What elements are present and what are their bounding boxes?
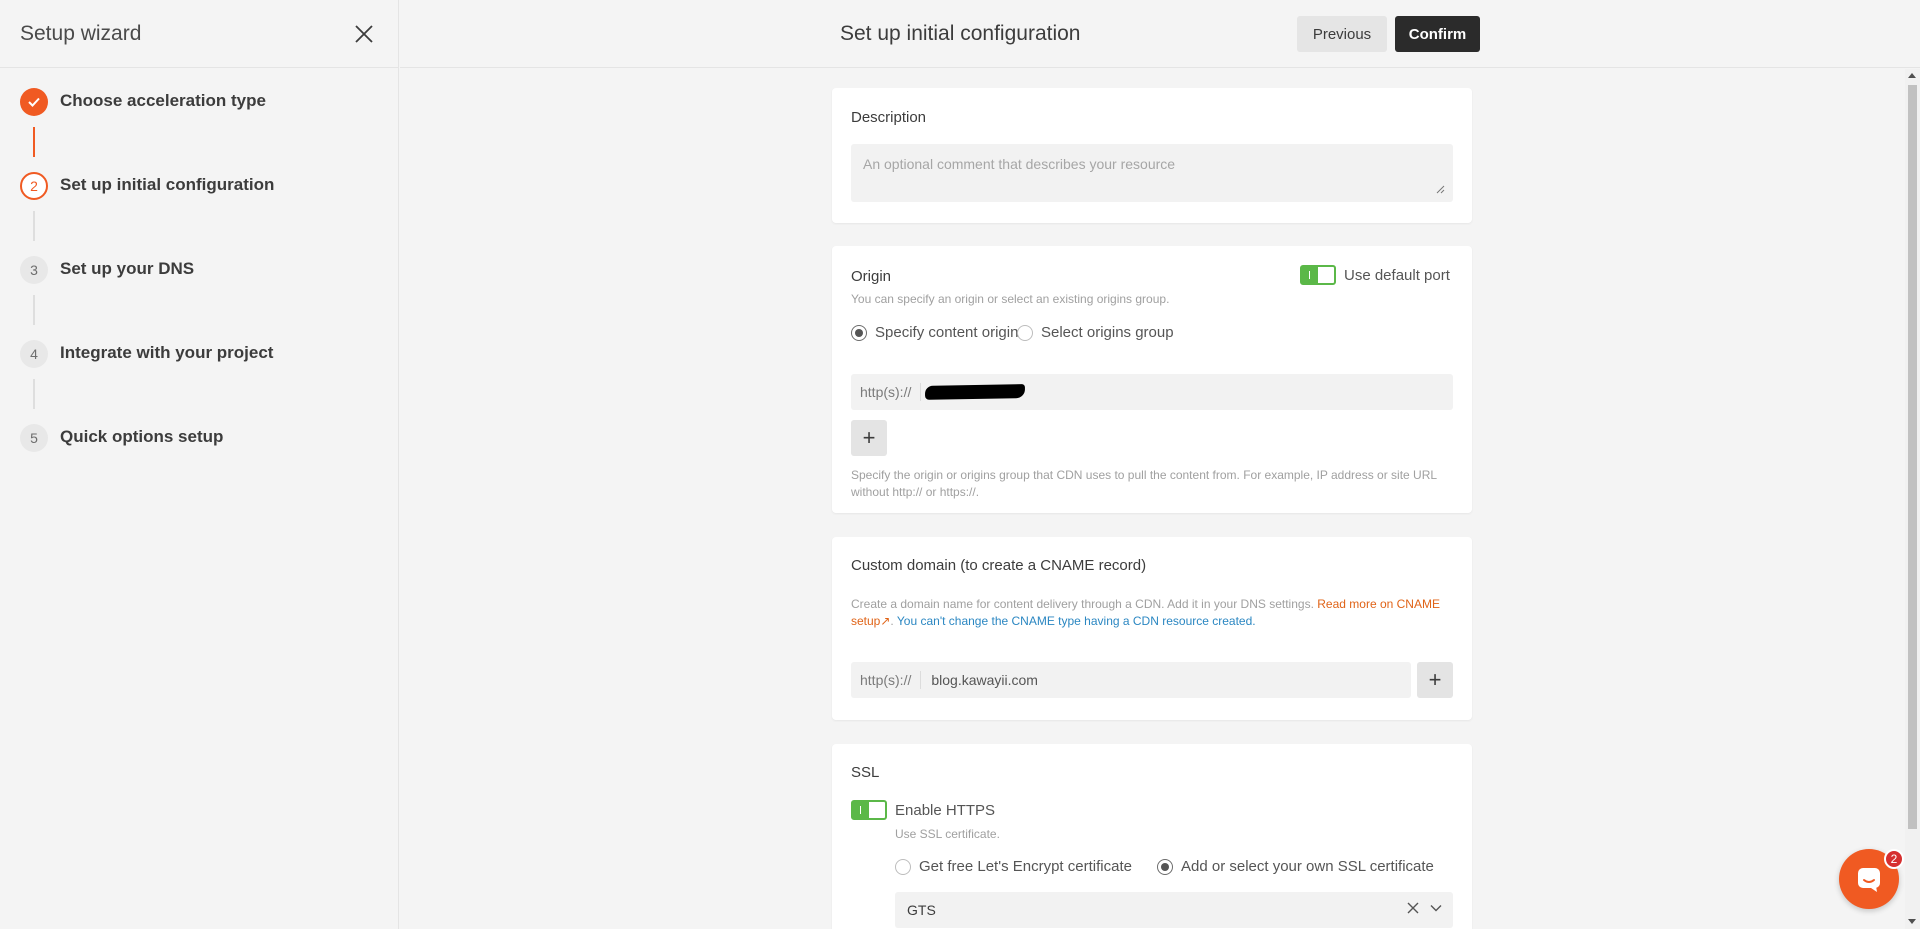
description-card: Description An optional comment that des… [832,88,1472,223]
step-quick-options[interactable]: 5 Quick options setup [20,424,380,452]
radio-origins-group[interactable] [1017,325,1033,341]
chevron-down-icon[interactable] [1429,901,1443,915]
origin-subtitle: You can specify an origin or select an e… [851,292,1170,306]
confirm-button[interactable]: Confirm [1395,16,1480,52]
ssl-card: SSL Enable HTTPS Use SSL certificate. Ge… [832,744,1472,929]
chat-icon [1858,868,1880,892]
step-initial-configuration[interactable]: 2 Set up initial configuration [20,172,380,200]
add-origin-button[interactable]: + [851,420,887,456]
add-domain-button[interactable]: + [1417,662,1453,698]
custom-domain-help-block: Create a domain name for content deliver… [851,596,1453,630]
certificate-select-value: GTS [907,902,936,918]
step-number: 3 [20,256,48,284]
enable-https-label: Enable HTTPS [895,802,996,819]
radio-origins-group-label: Select origins group [1041,324,1174,341]
radio-letsencrypt[interactable] [895,859,911,875]
step-connector [33,379,35,409]
setup-wizard-sidebar: Setup wizard Choose acceleration type 2 … [0,0,399,929]
cname-warning: You can't change the CNAME type having a… [896,614,1256,628]
enable-https-toggle[interactable] [851,800,887,820]
resize-grip-icon[interactable] [1436,185,1445,194]
step-number: 2 [20,172,48,200]
radio-specify-origin[interactable] [851,325,867,341]
step-set-up-dns[interactable]: 3 Set up your DNS [20,256,380,284]
custom-domain-value: blog.kawayii.com [931,672,1038,688]
scrollbar-thumb[interactable] [1908,85,1917,829]
chat-notification-badge: 2 [1884,849,1904,869]
step-number: 4 [20,340,48,368]
step-connector [33,127,35,157]
custom-domain-help: Create a domain name for content deliver… [851,597,1314,611]
custom-domain-card: Custom domain (to create a CNAME record)… [832,537,1472,720]
scroll-up-arrow-icon[interactable] [1908,73,1916,78]
radio-letsencrypt-label: Get free Let's Encrypt certificate [919,858,1132,875]
checkmark-icon [20,88,48,116]
step-label: Choose acceleration type [60,91,266,110]
default-port-toggle[interactable] [1300,265,1336,285]
custom-domain-prefix: http(s):// [851,671,922,689]
ssl-title: SSL [851,764,880,781]
step-label: Set up initial configuration [60,175,275,194]
main-content: Description An optional comment that des… [400,69,1905,929]
certificate-select[interactable]: GTS [895,892,1453,928]
close-icon[interactable] [350,20,378,48]
page-title: Set up initial configuration [840,22,1081,45]
radio-own-certificate-label: Add or select your own SSL certificate [1181,858,1434,875]
enable-https-hint: Use SSL certificate. [895,827,1000,841]
scroll-down-arrow-icon[interactable] [1908,919,1916,924]
description-textarea[interactable]: An optional comment that describes your … [851,144,1453,202]
step-label: Integrate with your project [60,343,274,362]
external-link-icon: ↗ [880,614,891,628]
radio-specify-origin-label: Specify content origin [875,324,1019,341]
step-connector [33,211,35,241]
clear-icon[interactable] [1407,902,1419,914]
origin-input[interactable]: http(s):// [851,374,1453,410]
scrollbar[interactable] [1905,69,1920,929]
separator: . [890,614,894,628]
step-connector [33,295,35,325]
default-port-label: Use default port [1344,267,1450,284]
radio-own-certificate[interactable] [1157,859,1173,875]
custom-domain-title: Custom domain (to create a CNAME record) [851,557,1147,574]
custom-domain-input[interactable]: http(s):// blog.kawayii.com [851,662,1411,698]
origin-help: Specify the origin or origins group that… [851,468,1437,499]
origin-title: Origin [851,268,892,285]
redacted-origin-value [925,384,1026,400]
description-placeholder: An optional comment that describes your … [863,156,1176,172]
step-label: Set up your DNS [60,259,195,278]
step-number: 5 [20,424,48,452]
step-label: Quick options setup [60,427,224,446]
step-integrate-project[interactable]: 4 Integrate with your project [20,340,380,368]
page-header: Set up initial configuration Previous Co… [400,0,1920,68]
step-choose-acceleration-type[interactable]: Choose acceleration type [20,88,380,116]
origin-card: Origin You can specify an origin or sele… [832,246,1472,513]
sidebar-title: Setup wizard [20,21,142,45]
description-title: Description [851,109,927,126]
previous-button[interactable]: Previous [1297,16,1387,52]
sidebar-header: Setup wizard [0,0,398,68]
origin-prefix: http(s):// [851,383,922,401]
